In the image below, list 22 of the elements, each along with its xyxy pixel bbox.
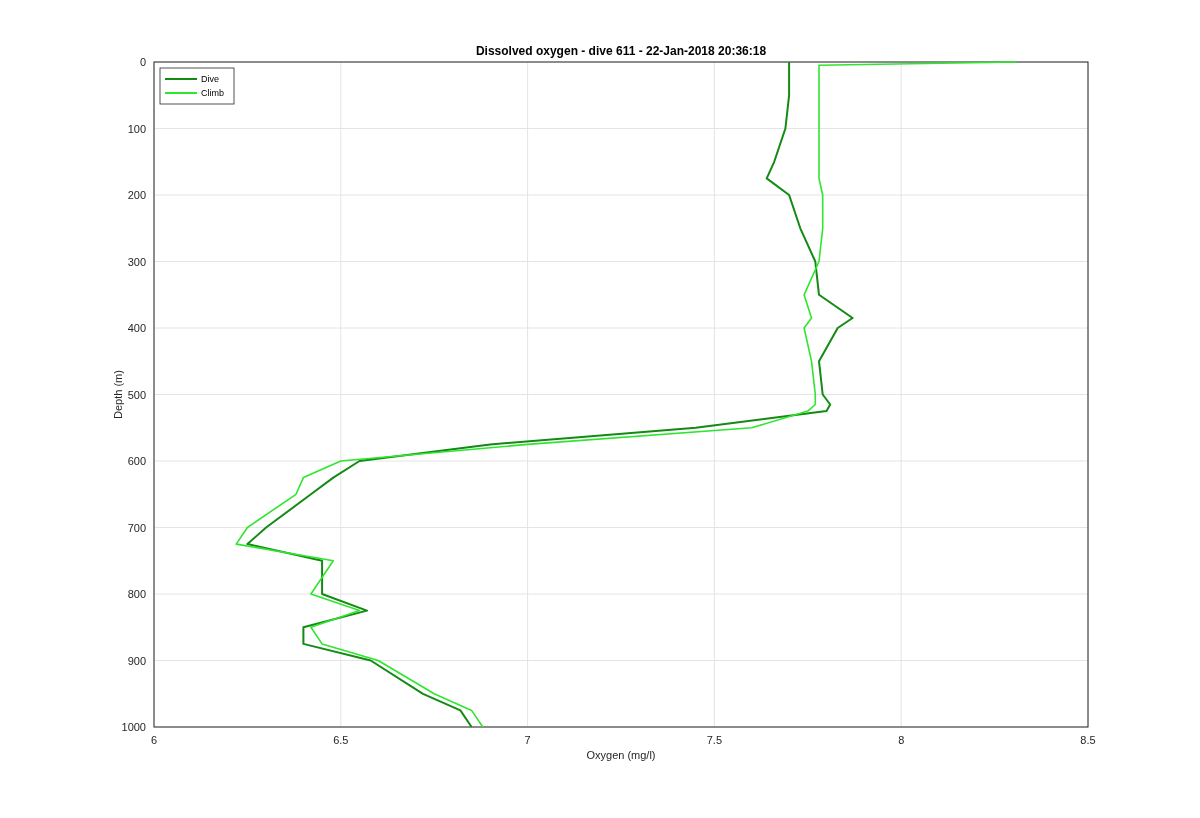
x-tick-label: 6 [150,734,158,746]
y-tick-label: 400 [127,322,146,334]
chart-title: Dissolved oxygen - dive 611 - 22-Jan-2018 20:36:18 [475,44,767,58]
x-tick-label: 7 [524,734,531,746]
x-axis-label: Oxygen (mg/l) [586,749,656,761]
y-tick-label: 1000 [121,721,146,733]
y-tick-label: 500 [127,388,146,401]
y-tick-label: 0 [139,56,146,68]
y-tick-label: 600 [127,455,146,467]
y-axis-label: Depth (m) [112,370,124,419]
y-tick-label: 700 [127,521,146,534]
y-tick-label: 200 [127,189,146,201]
y-tick-label: 800 [127,588,146,600]
y-tick-label: 300 [127,255,146,268]
x-tick-label: 7.5 [706,734,723,746]
y-tick-label: 900 [127,654,146,667]
legend-label: Climb [201,88,224,98]
x-tick-label: 6.5 [333,734,349,746]
x-tick-label: 8.5 [1080,734,1096,746]
y-tick-label: 100 [127,122,146,135]
x-tick-label: 8 [898,734,905,746]
legend-label: Dive [201,74,219,84]
